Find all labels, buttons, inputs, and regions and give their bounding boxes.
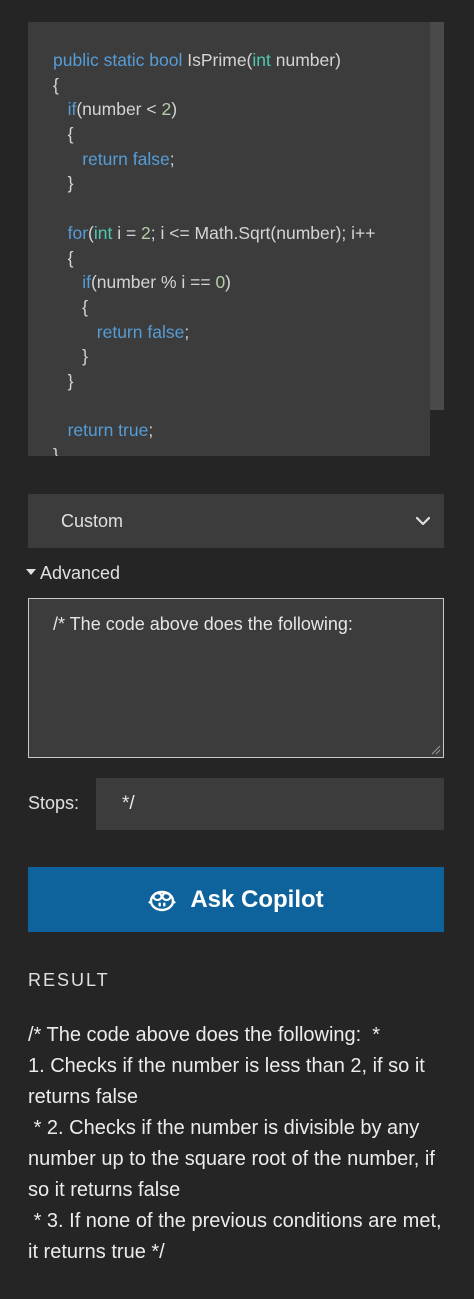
code-token: IsPrime( [187,50,253,70]
code-token: ; [148,420,154,441]
ask-copilot-label: Ask Copilot [190,885,324,913]
copilot-icon [148,890,177,911]
prompt-textarea[interactable]: /* The code above does the following: [28,598,444,758]
code-token: 2 [161,99,172,120]
code-editor[interactable]: public static bool IsPrime(int number){ … [28,22,430,456]
ask-copilot-button[interactable]: Ask Copilot [28,867,444,932]
chevron-down-icon [415,516,431,526]
code-token: int [93,222,113,243]
code-token: int [252,50,271,70]
code-token: ) [225,272,231,293]
prompt-text: /* The code above does the following: [53,614,353,634]
code-scrollbar[interactable] [430,22,444,410]
code-token: i = [112,222,142,243]
code-line: public static bool IsPrime(int number) [53,48,430,73]
code-token: { [53,74,59,95]
code-token: number) [270,50,341,70]
mode-select[interactable]: Custom [28,494,444,548]
code-line: return false; [53,147,430,172]
caret-down-icon [26,569,36,576]
code-line: if(number % i == 0) [53,270,430,295]
code-token: } [53,370,74,391]
code-token: ; [184,321,190,342]
code-token: return false [96,321,185,342]
code-token: } [53,173,74,194]
code-line: if(number < 2) [53,97,430,122]
code-token: ; i <= Math.Sqrt(number); i++ [150,222,376,243]
copilot-panel: public static bool IsPrime(int number){ … [0,0,474,1299]
code-line: { [53,73,430,98]
advanced-toggle[interactable]: Advanced [26,561,120,585]
code-token: { [53,124,74,145]
code-token: return false [82,148,170,169]
code-line: { [53,122,430,147]
code-line: { [53,295,430,320]
code-token: 0 [215,272,226,293]
code-token: { [53,296,89,317]
advanced-label: Advanced [40,563,121,583]
code-line: } [53,443,430,456]
code-token: (number % i == [90,272,216,293]
code-token: } [53,346,89,367]
code-token: for [67,222,89,243]
code-line: for(int i = 2; i <= Math.Sqrt(number); i… [53,221,430,246]
stops-value: */ [122,793,135,814]
code-token: ; [169,148,175,169]
resize-grip-icon[interactable] [431,745,441,755]
code-token: { [53,247,74,268]
result-text: /* The code above does the following: * … [28,1024,442,1263]
code-token: 2 [141,222,151,243]
stops-input[interactable]: */ [96,778,444,830]
stops-label: Stops: [28,793,80,813]
result-heading: RESULT [28,970,110,990]
code-token: } [53,445,59,456]
code-line: } [53,369,430,394]
code-line: return false; [53,320,430,345]
code-line: } [53,344,430,369]
code-token: (number < [76,99,162,120]
code-token: if [82,272,91,293]
mode-select-value: Custom [61,511,124,531]
code-token: public static bool [53,50,188,70]
code-token: return true [67,420,149,441]
code-line: } [53,171,430,196]
code-token: ) [171,99,178,120]
code-line: return true; [53,418,430,443]
code-line: { [53,246,430,271]
